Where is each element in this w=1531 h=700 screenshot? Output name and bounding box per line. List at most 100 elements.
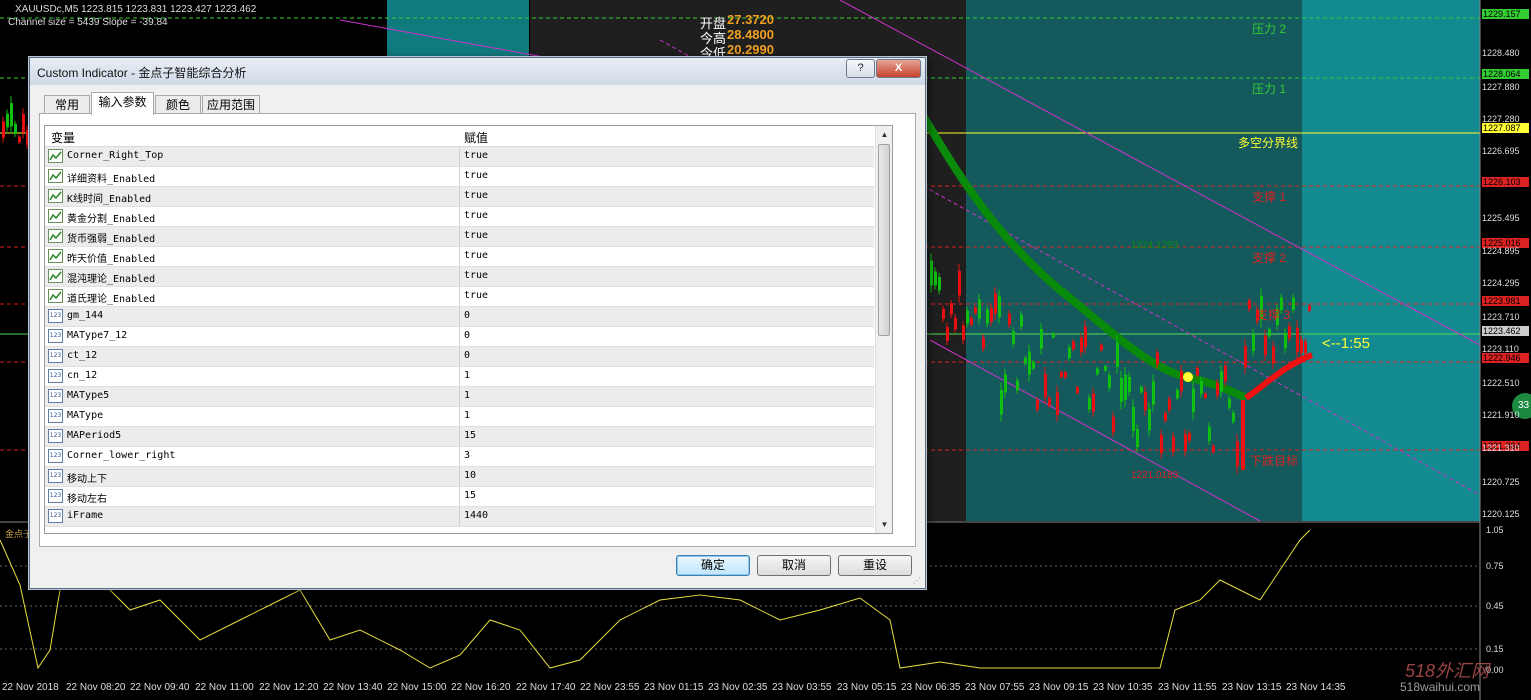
pressure1-label: 压力 1 bbox=[1252, 82, 1287, 96]
param-row[interactable]: 123 cn_12 1 bbox=[45, 367, 874, 387]
param-row[interactable]: 货币强弱_Enabled true bbox=[45, 227, 874, 247]
scroll-thumb[interactable] bbox=[878, 144, 890, 336]
price-axis-label: 1223.462 bbox=[1482, 326, 1529, 336]
value-column-header[interactable]: 赋值 bbox=[464, 129, 488, 146]
close-button[interactable]: X bbox=[876, 59, 921, 78]
number-icon: 123 bbox=[48, 429, 63, 443]
variable-column-header[interactable]: 变量 bbox=[51, 129, 75, 146]
ok-button[interactable]: 确定 bbox=[676, 555, 750, 576]
param-value[interactable]: 1 bbox=[464, 390, 470, 401]
price-axis-label: 1227.880 bbox=[1482, 82, 1520, 92]
bool-icon bbox=[48, 209, 63, 223]
number-icon: 123 bbox=[48, 329, 63, 343]
param-row[interactable]: 123 移动上下 10 bbox=[45, 467, 874, 487]
session-highlight-2 bbox=[1302, 0, 1480, 521]
param-value[interactable]: true bbox=[464, 190, 488, 201]
column-divider bbox=[459, 507, 460, 526]
time-axis-label: 23 Nov 05:15 bbox=[837, 682, 897, 693]
high-value: 28.4800 bbox=[727, 27, 774, 42]
vertical-scrollbar[interactable]: ▲ ▼ bbox=[875, 126, 892, 533]
param-value[interactable]: 1 bbox=[464, 370, 470, 381]
time-axis-label: 23 Nov 13:15 bbox=[1222, 682, 1282, 693]
tab-visualization[interactable]: 应用范围 bbox=[202, 95, 260, 114]
pressure2-label: 压力 2 bbox=[1252, 22, 1287, 36]
price-axis-label: 1221.910 bbox=[1482, 410, 1520, 420]
help-button[interactable]: ? bbox=[846, 59, 875, 78]
param-value[interactable]: true bbox=[464, 170, 488, 181]
param-row[interactable]: 道氏理论_Enabled true bbox=[45, 287, 874, 307]
scroll-up-arrow-icon[interactable]: ▲ bbox=[876, 126, 892, 143]
param-row[interactable]: 详细资料_Enabled true bbox=[45, 167, 874, 187]
bool-icon bbox=[48, 169, 63, 183]
param-row[interactable]: 123 MAPeriod5 15 bbox=[45, 427, 874, 447]
number-icon: 123 bbox=[48, 469, 63, 483]
param-row[interactable]: 混沌理论_Enabled true bbox=[45, 267, 874, 287]
param-row[interactable]: 123 gm_144 0 bbox=[45, 307, 874, 327]
number-icon: 123 bbox=[48, 389, 63, 403]
param-value[interactable]: true bbox=[464, 230, 488, 241]
column-divider bbox=[459, 487, 460, 506]
oscillator-axis-label: 1.05 bbox=[1486, 525, 1504, 535]
price-axis-label: 1222.946 bbox=[1482, 353, 1529, 363]
time-axis-label: 23 Nov 10:35 bbox=[1093, 682, 1153, 693]
param-value[interactable]: 15 bbox=[464, 490, 476, 501]
param-value[interactable]: true bbox=[464, 150, 488, 161]
param-row[interactable]: 123 MAType 1 bbox=[45, 407, 874, 427]
param-row[interactable]: Corner_Right_Top true bbox=[45, 147, 874, 167]
param-row[interactable]: 123 MAType5 1 bbox=[45, 387, 874, 407]
param-row[interactable]: 123 MAType7_12 0 bbox=[45, 327, 874, 347]
time-axis-label: 23 Nov 09:15 bbox=[1029, 682, 1089, 693]
param-row[interactable]: 123 ct_12 0 bbox=[45, 347, 874, 367]
param-name: MAPeriod5 bbox=[67, 430, 122, 441]
param-value[interactable]: 0 bbox=[464, 350, 470, 361]
param-value[interactable]: 10 bbox=[464, 470, 476, 481]
param-value[interactable]: true bbox=[464, 210, 488, 221]
param-row[interactable]: 123 移动左右 15 bbox=[45, 487, 874, 507]
bool-icon bbox=[48, 149, 63, 163]
param-name: cn_12 bbox=[67, 370, 98, 381]
time-axis-label: 23 Nov 01:15 bbox=[644, 682, 704, 693]
tab-colors[interactable]: 颜色 bbox=[155, 95, 201, 114]
param-name: iFrame bbox=[67, 510, 104, 521]
time-axis-label: 22 Nov 12:20 bbox=[259, 682, 319, 693]
param-row[interactable]: 昨天价值_Enabled true bbox=[45, 247, 874, 267]
parameters-grid[interactable]: 变量 赋值 Corner_Right_Top true 详细资料_Enabled tr… bbox=[44, 125, 893, 534]
dialog-titlebar[interactable]: Custom Indicator - 金点子智能综合分析 ? X bbox=[30, 58, 925, 85]
reset-button[interactable]: 重设 bbox=[838, 555, 912, 576]
time-axis-label: 22 Nov 16:20 bbox=[451, 682, 511, 693]
scroll-down-arrow-icon[interactable]: ▼ bbox=[876, 516, 892, 533]
bool-icon bbox=[48, 269, 63, 283]
param-value[interactable]: 3 bbox=[464, 450, 470, 461]
param-value[interactable]: 0 bbox=[464, 310, 470, 321]
time-axis-label: 22 Nov 2018 bbox=[2, 682, 59, 693]
custom-indicator-dialog[interactable]: Custom Indicator - 金点子智能综合分析 ? X 常用 输入参数… bbox=[29, 57, 926, 589]
tab-common[interactable]: 常用 bbox=[44, 95, 90, 114]
param-value[interactable]: true bbox=[464, 250, 488, 261]
param-name: 道氏理论_Enabled bbox=[67, 294, 156, 305]
time-axis-label: 22 Nov 15:00 bbox=[387, 682, 447, 693]
param-row[interactable]: 123 iFrame 1440 bbox=[45, 507, 874, 527]
param-row[interactable]: 123 Corner_lower_right 3 bbox=[45, 447, 874, 467]
price-axis-label: 1223.710 bbox=[1482, 312, 1520, 322]
param-value[interactable]: 1 bbox=[464, 410, 470, 421]
cancel-button[interactable]: 取消 bbox=[757, 555, 831, 576]
oscillator-axis-label: 0.75 bbox=[1486, 561, 1504, 571]
time-axis-label: 23 Nov 02:35 bbox=[708, 682, 768, 693]
open-value: 27.3720 bbox=[727, 12, 774, 27]
param-value[interactable]: true bbox=[464, 270, 488, 281]
param-value[interactable]: 0 bbox=[464, 330, 470, 341]
support3-label: 支撑 3 bbox=[1256, 308, 1291, 322]
param-value[interactable]: 1440 bbox=[464, 510, 488, 521]
time-axis-label: 22 Nov 17:40 bbox=[516, 682, 576, 693]
tab-inputs[interactable]: 输入参数 bbox=[91, 92, 154, 115]
param-row[interactable]: 黄金分割_Enabled true bbox=[45, 207, 874, 227]
price-axis-label: 1228.480 bbox=[1482, 48, 1520, 58]
param-name: K线时间_Enabled bbox=[67, 194, 152, 205]
param-row[interactable]: K线时间_Enabled true bbox=[45, 187, 874, 207]
param-value[interactable]: 15 bbox=[464, 430, 476, 441]
param-name: 详细资料_Enabled bbox=[67, 174, 156, 185]
column-divider bbox=[459, 247, 460, 266]
resize-grip-icon[interactable]: ⋰ bbox=[913, 576, 923, 586]
param-value[interactable]: true bbox=[464, 290, 488, 301]
number-icon: 123 bbox=[48, 509, 63, 523]
